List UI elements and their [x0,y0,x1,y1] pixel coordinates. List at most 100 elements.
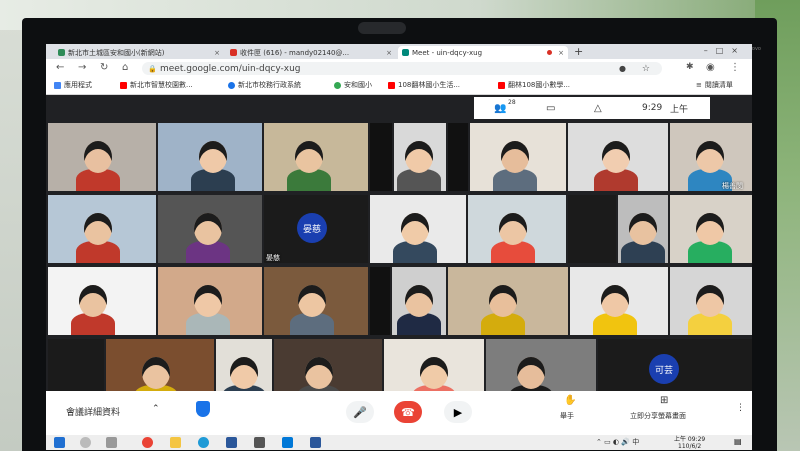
reading-list[interactable]: ≡ 閱讀清單 [696,80,733,90]
bookmark-label: 新北市智慧校園數... [130,81,193,89]
more-options-icon[interactable]: ⋮ [736,403,745,413]
bookmark-item[interactable]: 新北市校務行政系統 [228,80,301,90]
participant-tile[interactable] [264,267,368,335]
participant-tile[interactable] [618,195,668,263]
star-icon[interactable]: ☆ [642,64,650,74]
participant-tile[interactable] [158,267,262,335]
participant-tile[interactable] [568,195,616,263]
bookmark-item[interactable]: 108翻林國小生活... [388,80,460,90]
tab-school[interactable]: 新北市土城區安和國小(新網站) × [54,46,224,59]
microphone-button[interactable]: 🎤 [346,401,374,423]
notification-icon[interactable]: ▤ [734,437,742,446]
participant-tile[interactable] [468,195,566,263]
profile-icon[interactable]: ◉ [706,62,715,73]
participant-tile[interactable] [670,267,752,335]
bookmark-label: 翻林108國小數學... [508,81,571,89]
participant-tile[interactable] [370,267,390,335]
hand-icon[interactable]: ✋ [564,395,576,406]
edge-icon[interactable] [198,437,209,448]
url-text: meet.google.com/uin-dqcy-xug [160,63,301,74]
activities-icon[interactable]: △ [594,103,602,114]
shield-icon[interactable] [196,401,210,417]
bookmark-item[interactable]: 安和國小 [334,80,372,90]
bookmark-item[interactable]: 新北市智慧校園數... [120,80,193,90]
photos-icon[interactable] [282,437,293,448]
close-icon[interactable]: × [558,49,564,57]
present-icon[interactable]: ⊞ [660,395,668,406]
youtube-icon [120,81,127,89]
leave-call-button[interactable]: ☎ [394,401,422,423]
participant-tile[interactable] [48,123,156,191]
participant-avatar: 晏慈 [297,213,327,243]
clock-date: 110/6/2 [678,443,702,450]
lock-icon: 🔒 [148,64,157,73]
meeting-details-button[interactable]: 會議詳細資料 [66,405,120,418]
participant-tile[interactable] [568,123,668,191]
participant-tile[interactable] [570,267,668,335]
participant-tile[interactable] [48,267,156,335]
participant-tile[interactable] [158,195,262,263]
chevron-up-icon[interactable]: ⌃ [152,404,160,414]
participant-tile[interactable] [448,267,568,335]
meeting-ampm: 上午 [670,104,689,115]
participant-tile[interactable] [670,195,752,263]
participant-face [298,285,326,317]
task-view-icon[interactable] [106,437,117,448]
close-icon[interactable]: × [386,49,392,57]
camera-button[interactable]: ▶ [444,401,472,423]
tab-gmail[interactable]: 收件匣 (616) - mandy02140@... × [226,46,396,59]
participant-tile[interactable] [394,123,446,191]
bookmark-item[interactable]: 翻林108國小數學... [498,80,570,90]
close-icon[interactable]: × [214,49,220,57]
windows-taskbar: ⌃ ▭ ◐ 🔊 中 上午 09:29 110/6/2 ▤ [46,435,752,450]
participant-tile[interactable] [448,123,468,191]
meeting-time: 9:29 [642,103,663,113]
chat-icon[interactable]: ▭ [546,103,555,114]
people-icon[interactable]: 👥 [494,103,506,114]
participant-face [517,357,545,389]
participant-tile[interactable] [470,123,566,191]
tab-bar: 新北市土城區安和國小(新網站) × 收件匣 (616) - mandy02140… [46,44,752,59]
store-icon[interactable] [254,437,265,448]
chrome-icon[interactable] [142,437,153,448]
participant-tile[interactable] [370,195,466,263]
home-icon[interactable]: ⌂ [122,62,128,73]
participant-face [230,357,258,389]
tab-label: 收件匣 (616) - mandy02140@... [240,48,350,57]
file-explorer-icon[interactable] [170,437,181,448]
participant-face [420,357,448,389]
gmail-favicon-icon [230,49,237,56]
back-icon[interactable]: ← [56,62,64,73]
new-tab-button[interactable]: + [574,45,583,58]
camera-icon[interactable]: ● [619,64,626,73]
extensions-icon[interactable]: ✱ [686,62,694,72]
bookmark-apps[interactable]: 應用程式 [54,80,92,90]
participant-face [499,213,527,245]
search-icon[interactable] [80,437,91,448]
participant-tile[interactable] [264,123,368,191]
bookmark-label: 安和國小 [344,81,372,89]
participant-name: 楊善閔 [722,182,743,190]
participant-face [696,141,724,173]
menu-icon[interactable]: ⋮ [730,62,740,73]
screen: 新北市土城區安和國小(新網站) × 收件匣 (616) - mandy02140… [46,44,752,450]
participant-avatar: 可芸 [649,354,679,384]
participant-tile[interactable] [392,267,446,335]
participant-tile[interactable] [158,123,262,191]
raise-hand-label: 舉手 [560,412,574,420]
participant-face [602,141,630,173]
taskbar-clock[interactable]: 上午 09:29 110/6/2 [674,436,705,450]
participant-face [194,285,222,317]
tab-label: 新北市土城區安和國小(新網站) [68,48,165,57]
forward-icon[interactable]: → [78,62,86,73]
mail-icon[interactable] [226,437,237,448]
bookmark-label: 新北市校務行政系統 [238,81,301,89]
word-icon[interactable] [310,437,321,448]
participant-tile[interactable] [370,123,392,191]
clock-time: 上午 09:29 [674,436,706,443]
reload-icon[interactable]: ↻ [100,62,108,73]
start-icon[interactable] [54,437,65,448]
participant-tile[interactable] [48,195,156,263]
tab-meet[interactable]: Meet - uin-dqcy-xug × [398,46,568,59]
address-bar[interactable]: 🔒 meet.google.com/uin-dqcy-xug ● ☆ [142,62,662,75]
